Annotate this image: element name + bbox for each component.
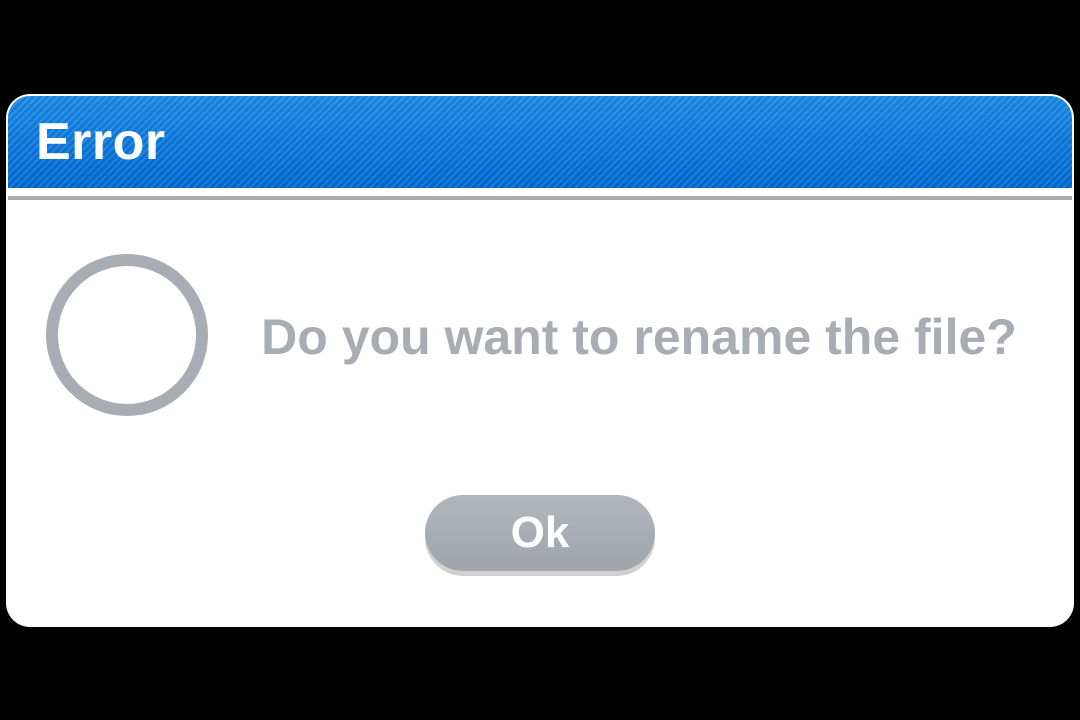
message-row: Do you want to rename the file?	[42, 250, 1038, 425]
dialog-message: Do you want to rename the file?	[240, 306, 1038, 369]
dialog-title: Error	[36, 112, 166, 172]
exclamation-icon	[42, 250, 212, 425]
button-row: Ok	[42, 495, 1038, 571]
ok-button[interactable]: Ok	[425, 495, 655, 571]
error-dialog: Error Do you want to rename the file? Ok	[6, 94, 1074, 627]
dialog-body: Do you want to rename the file? Ok	[8, 200, 1072, 625]
title-bar: Error	[8, 96, 1072, 188]
